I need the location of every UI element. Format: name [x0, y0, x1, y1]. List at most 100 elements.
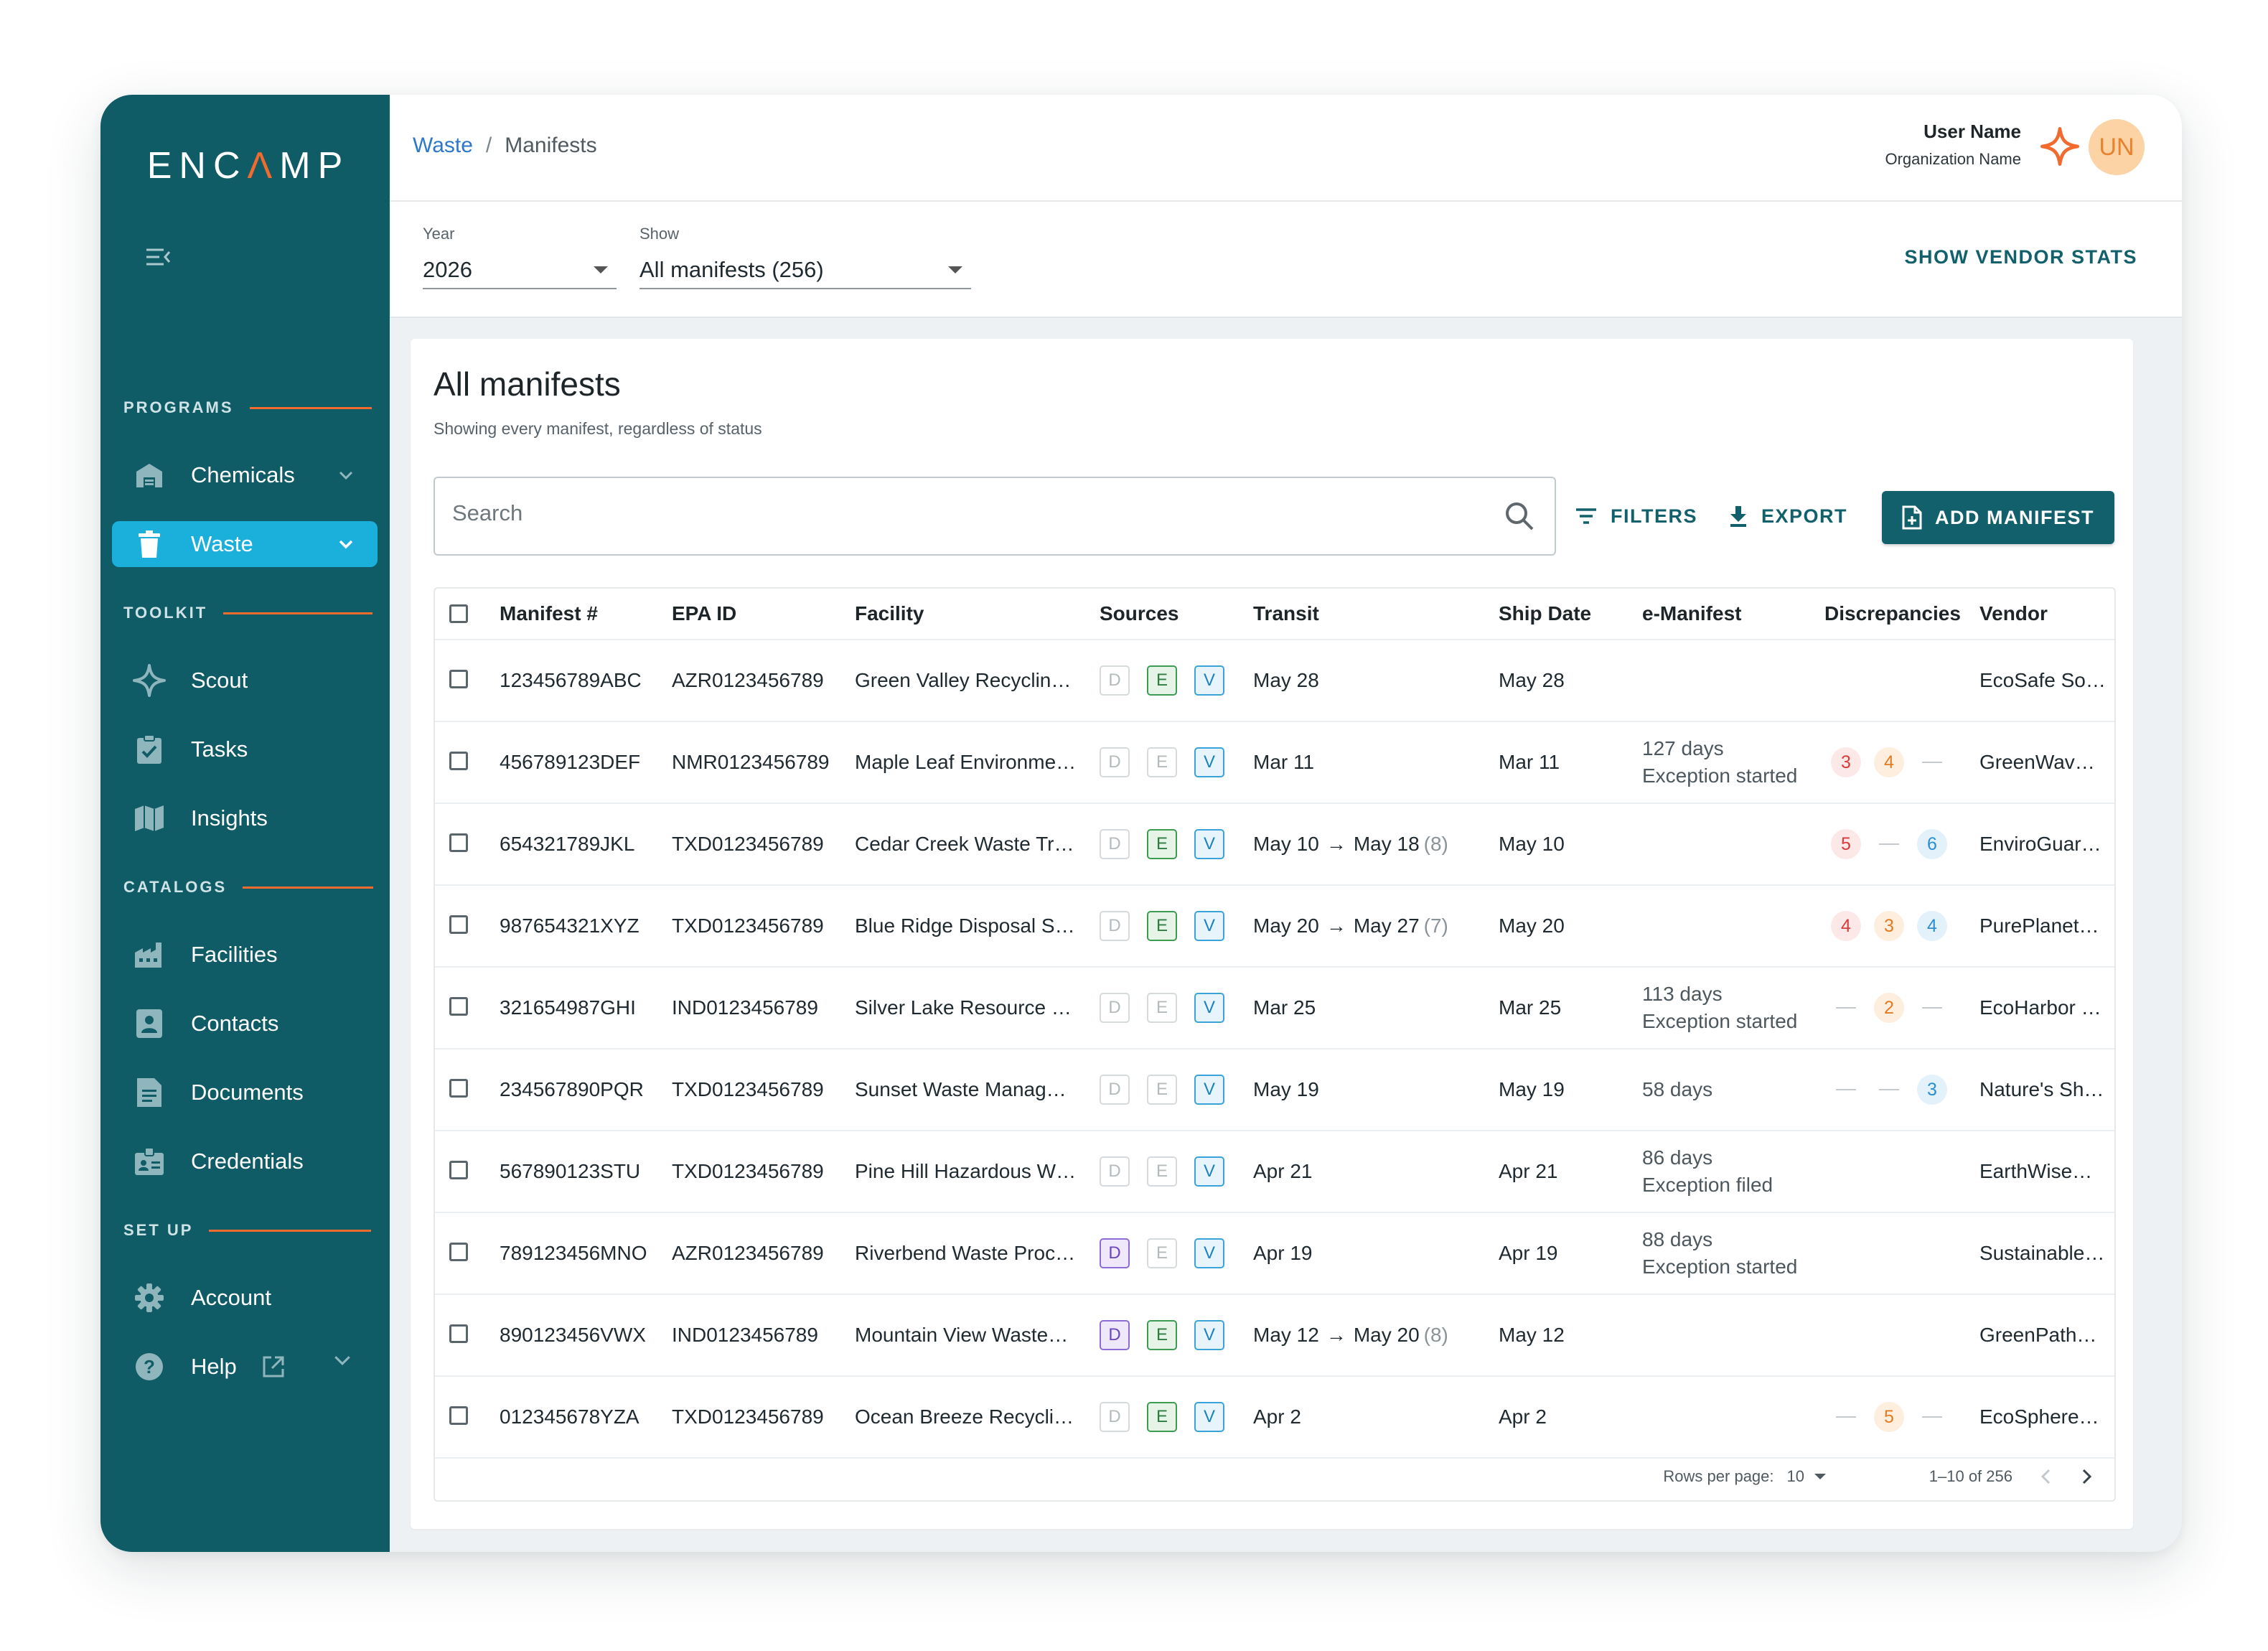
- column-header-e-manifest[interactable]: e-Manifest: [1642, 589, 1814, 639]
- sidebar-item-facilities[interactable]: Facilities: [112, 932, 378, 978]
- discrepancy-count-badge[interactable]: 3: [1874, 911, 1904, 941]
- row-checkbox[interactable]: [449, 915, 468, 934]
- show-vendor-stats-button[interactable]: SHOW VENDOR STATS: [1904, 246, 2137, 268]
- source-e-badge: E: [1147, 1156, 1177, 1187]
- source-e-badge: E: [1147, 1238, 1177, 1268]
- manifest-number[interactable]: 234567890PQR: [500, 1049, 665, 1130]
- column-header-transit[interactable]: Transit: [1253, 589, 1483, 639]
- column-header-epa-id[interactable]: EPA ID: [672, 589, 844, 639]
- discrepancy-count-badge[interactable]: 3: [1831, 747, 1861, 777]
- sidebar-item-insights[interactable]: Insights: [112, 795, 378, 841]
- table-row[interactable]: 321654987GHI IND0123456789 Silver Lake Res…: [435, 968, 2114, 1049]
- table-row[interactable]: 890123456VWX IND0123456789 Mountain View W…: [435, 1295, 2114, 1377]
- sidebar-item-chemicals[interactable]: Chemicals: [112, 452, 378, 498]
- table-row[interactable]: 456789123DEF NMR0123456789 Maple Leaf Envi…: [435, 722, 2114, 804]
- discrepancy-count-badge[interactable]: 4: [1917, 911, 1947, 941]
- search-input[interactable]: [451, 500, 1458, 527]
- filter-bar: Year 2026 Show All manifests (256) SHOW …: [390, 202, 2182, 318]
- vendor-name: Sustainable…: [1979, 1242, 2105, 1264]
- manifest-number[interactable]: 789123456MNO: [500, 1213, 665, 1294]
- rows-per-page-label: Rows per page:: [1663, 1467, 1774, 1485]
- chevron-left-icon[interactable]: [2035, 1464, 2057, 1489]
- transit-end: May 20: [1353, 1324, 1420, 1346]
- table-row[interactable]: 567890123STU TXD0123456789 Pine Hill Hazar…: [435, 1131, 2114, 1213]
- row-checkbox[interactable]: [449, 1324, 468, 1343]
- row-checkbox[interactable]: [449, 997, 468, 1016]
- user-avatar[interactable]: UN: [2089, 119, 2145, 175]
- table-row[interactable]: 234567890PQR TXD0123456789 Sunset Waste Ma…: [435, 1049, 2114, 1131]
- rows-per-page-select[interactable]: 10: [1787, 1467, 1826, 1486]
- sidebar-item-account[interactable]: Account: [112, 1275, 378, 1321]
- manifest-number[interactable]: 987654321XYZ: [500, 886, 665, 966]
- column-header-discrepancies[interactable]: Discrepancies: [1824, 589, 1968, 639]
- column-header-facility[interactable]: Facility: [855, 589, 1077, 639]
- manifest-number[interactable]: 654321789JKL: [500, 804, 665, 884]
- column-header-manifest[interactable]: Manifest #: [500, 589, 665, 639]
- show-select-value[interactable]: All manifests (256): [639, 252, 971, 289]
- manifest-number[interactable]: 012345678YZA: [500, 1377, 665, 1457]
- sidebar-item-documents[interactable]: Documents: [112, 1070, 378, 1116]
- search-box[interactable]: [434, 477, 1556, 556]
- add-manifest-button[interactable]: ADD MANIFEST: [1882, 491, 2114, 544]
- table-row[interactable]: 654321789JKL TXD0123456789 Cedar Creek Was…: [435, 804, 2114, 886]
- filters-button[interactable]: FILTERS: [1575, 498, 1697, 534]
- table-row[interactable]: 789123456MNO AZR0123456789 Riverbend Waste…: [435, 1213, 2114, 1295]
- row-checkbox[interactable]: [449, 1161, 468, 1179]
- sidebar-item-waste[interactable]: Waste: [112, 521, 378, 567]
- sidebar-item-contacts[interactable]: Contacts: [112, 1001, 378, 1047]
- select-all-checkbox[interactable]: [449, 604, 468, 623]
- sidebar-item-tasks[interactable]: Tasks: [112, 726, 378, 772]
- discrepancy-count-badge[interactable]: 5: [1831, 829, 1861, 859]
- row-checkbox[interactable]: [449, 1243, 468, 1261]
- discrepancy-count-badge[interactable]: 3: [1917, 1075, 1947, 1105]
- year-select-value[interactable]: 2026: [423, 252, 617, 289]
- search-icon[interactable]: [1503, 500, 1536, 533]
- encamp-logo[interactable]: ENC Λ MP: [141, 141, 356, 191]
- column-header-vendor[interactable]: Vendor: [1979, 589, 2106, 639]
- table-row[interactable]: 987654321XYZ TXD0123456789 Blue Ridge Disp…: [435, 886, 2114, 968]
- discrepancy-count-badge[interactable]: 2: [1874, 993, 1904, 1023]
- rows-per-page: Rows per page: 10: [1663, 1467, 1826, 1486]
- export-button[interactable]: EXPORT: [1728, 498, 1847, 534]
- source-v-badge: V: [1194, 1402, 1224, 1432]
- manifest-number[interactable]: 890123456VWX: [500, 1295, 665, 1375]
- table-row[interactable]: 012345678YZA TXD0123456789 Ocean Breeze Re…: [435, 1377, 2114, 1459]
- sidebar-item-label: Facilities: [191, 942, 278, 967]
- discrepancy-count-badge[interactable]: 5: [1874, 1402, 1904, 1432]
- scout-button[interactable]: [2038, 125, 2081, 168]
- chevron-down-icon[interactable]: [336, 465, 356, 485]
- manifest-number[interactable]: 123456789ABC: [500, 640, 665, 721]
- chevron-right-icon[interactable]: [2076, 1464, 2097, 1489]
- discrepancy-count-badge[interactable]: 6: [1917, 829, 1947, 859]
- year-select[interactable]: Year 2026: [423, 225, 617, 289]
- sidebar-item-scout[interactable]: Scout: [112, 658, 378, 703]
- manifest-number[interactable]: 321654987GHI: [500, 968, 665, 1048]
- manifest-number[interactable]: 456789123DEF: [500, 722, 665, 803]
- breadcrumb-waste-link[interactable]: Waste: [413, 134, 473, 158]
- facility-cell: Mountain View Waste…: [855, 1295, 1077, 1375]
- caret-down-icon: [594, 266, 608, 273]
- sidebar-item-label: Waste: [191, 531, 253, 556]
- discrepancy-slot: 4: [1868, 745, 1911, 780]
- collapse-sidebar-button[interactable]: [136, 235, 179, 279]
- row-checkbox[interactable]: [449, 1079, 468, 1098]
- row-checkbox[interactable]: [449, 752, 468, 770]
- row-checkbox[interactable]: [449, 1406, 468, 1425]
- column-header-ship-date[interactable]: Ship Date: [1499, 589, 1628, 639]
- table-row[interactable]: 123456789ABC AZR0123456789 Green Valley Re…: [435, 640, 2114, 722]
- show-select[interactable]: Show All manifests (256): [639, 225, 971, 289]
- facility-name: Sunset Waste Manage…: [855, 1078, 1077, 1100]
- chevron-down-icon[interactable]: [336, 534, 356, 554]
- row-checkbox[interactable]: [449, 833, 468, 852]
- column-header-sources[interactable]: Sources: [1100, 589, 1243, 639]
- row-checkbox[interactable]: [449, 670, 468, 688]
- manifest-number[interactable]: 567890123STU: [500, 1131, 665, 1212]
- external-link-icon: [263, 1356, 284, 1378]
- sidebar-item-credentials[interactable]: Credentials: [112, 1138, 378, 1184]
- discrepancy-count-badge[interactable]: 4: [1874, 747, 1904, 777]
- user-info[interactable]: User Name Organization Name: [1885, 121, 2021, 169]
- arrow-right-icon: →: [1326, 833, 1346, 855]
- chevron-down-icon[interactable]: [330, 1348, 355, 1372]
- discrepancy-count-badge[interactable]: 4: [1831, 911, 1861, 941]
- section-programs: PROGRAMS: [123, 393, 372, 422]
